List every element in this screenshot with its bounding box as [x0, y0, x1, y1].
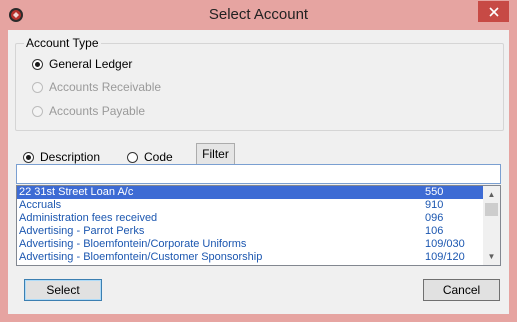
- radio-description-icon: [23, 151, 34, 163]
- radio-general-ledger[interactable]: General Ledger: [32, 57, 132, 71]
- accounts-receivable-label: Accounts Receivable: [49, 80, 162, 94]
- account-list[interactable]: 22 31st Street Loan A/c 550 Accruals 910 Adm…: [16, 185, 501, 266]
- account-description: Administration fees received: [19, 212, 158, 224]
- close-button[interactable]: [478, 1, 509, 22]
- list-item[interactable]: Administration fees received 096: [17, 212, 485, 225]
- window-title: Select Account: [208, 6, 309, 23]
- general-ledger-label: General Ledger: [49, 57, 133, 71]
- account-code: 910: [425, 199, 444, 211]
- account-description: Advertising - Bloemfontein/Corporate Uni…: [19, 238, 247, 250]
- account-list-rows: 22 31st Street Loan A/c 550 Accruals 910 Adm…: [17, 186, 485, 264]
- list-item[interactable]: 22 31st Street Loan A/c 550: [17, 186, 485, 199]
- radio-accounts-receivable[interactable]: Accounts Receivable: [32, 80, 161, 94]
- radio-search-code[interactable]: Code: [127, 150, 173, 164]
- cancel-button[interactable]: Cancel: [423, 279, 500, 301]
- description-label: Description: [40, 150, 101, 164]
- close-icon: [488, 6, 499, 17]
- scroll-up-icon[interactable]: ▲: [483, 186, 500, 203]
- list-item[interactable]: Advertising - Bloemfontein/Customer Spon…: [17, 251, 485, 264]
- scrollbar-thumb[interactable]: [485, 203, 498, 216]
- list-scrollbar[interactable]: ▲ ▼: [483, 186, 500, 265]
- list-item[interactable]: Accruals 910: [17, 199, 485, 212]
- account-code: 550: [425, 186, 444, 198]
- filter-button[interactable]: Filter: [196, 143, 235, 165]
- radio-search-description[interactable]: Description: [23, 150, 100, 164]
- account-description: 22 31st Street Loan A/c: [19, 186, 134, 198]
- account-code: 096: [425, 212, 444, 224]
- radio-accounts-payable[interactable]: Accounts Payable: [32, 104, 145, 118]
- dialog-client-area: Account Type General Ledger Accounts Rec…: [8, 30, 509, 314]
- scroll-down-icon[interactable]: ▼: [483, 248, 500, 265]
- accounts-payable-label: Accounts Payable: [49, 104, 146, 118]
- account-code: 106: [425, 225, 444, 237]
- account-type-group: Account Type General Ledger Accounts Rec…: [15, 36, 504, 131]
- account-description: Advertising - Parrot Perks: [19, 225, 145, 237]
- account-description: Advertising - Bloemfontein/Customer Spon…: [19, 251, 263, 263]
- list-item[interactable]: Advertising - Bloemfontein/Corporate Uni…: [17, 238, 485, 251]
- title-bar: Select Account: [0, 0, 517, 30]
- select-account-window: Select Account Account Type General Ledg…: [0, 0, 517, 322]
- radio-accounts-payable-icon: [32, 105, 43, 117]
- account-code: 109/120: [425, 251, 465, 263]
- account-description: Accruals: [19, 199, 62, 211]
- account-code: 109/030: [425, 238, 465, 250]
- radio-accounts-receivable-icon: [32, 81, 43, 93]
- account-type-label: Account Type: [24, 36, 101, 50]
- select-button[interactable]: Select: [24, 279, 102, 301]
- search-input[interactable]: [16, 164, 501, 184]
- radio-code-icon: [127, 151, 138, 163]
- radio-general-ledger-icon: [32, 58, 43, 70]
- code-label: Code: [144, 150, 173, 164]
- list-item[interactable]: Advertising - Parrot Perks 106: [17, 225, 485, 238]
